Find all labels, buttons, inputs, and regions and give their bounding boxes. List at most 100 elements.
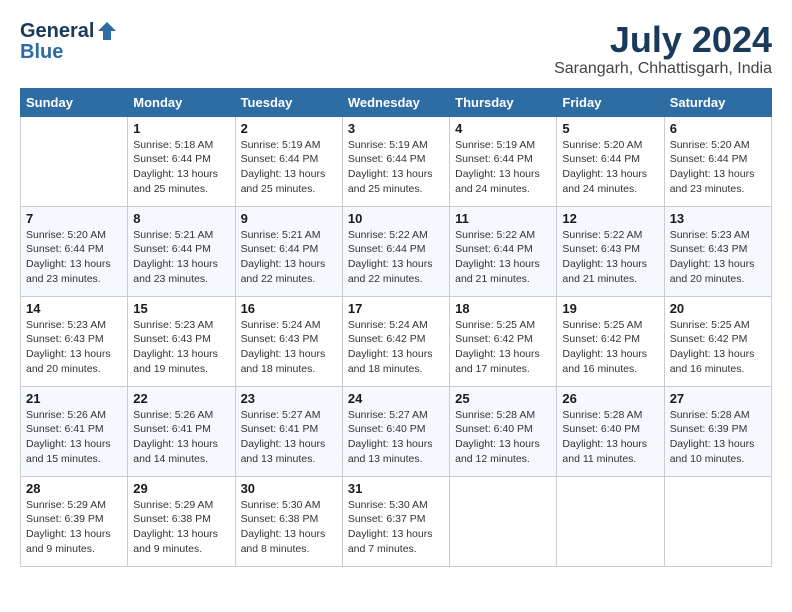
calendar-cell: 18 Sunrise: 5:25 AM Sunset: 6:42 PM Dayli…: [450, 296, 557, 386]
week-row-3: 14 Sunrise: 5:23 AM Sunset: 6:43 PM Dayli…: [21, 296, 772, 386]
day-info: Sunrise: 5:24 AM Sunset: 6:43 PM Dayligh…: [241, 318, 337, 377]
calendar-cell: [450, 476, 557, 566]
day-info: Sunrise: 5:30 AM Sunset: 6:37 PM Dayligh…: [348, 498, 444, 557]
day-number: 20: [670, 301, 766, 316]
header-cell-sunday: Sunday: [21, 88, 128, 116]
day-info: Sunrise: 5:20 AM Sunset: 6:44 PM Dayligh…: [26, 228, 122, 287]
day-info: Sunrise: 5:23 AM Sunset: 6:43 PM Dayligh…: [133, 318, 229, 377]
day-number: 7: [26, 211, 122, 226]
day-number: 12: [562, 211, 658, 226]
calendar-cell: 23 Sunrise: 5:27 AM Sunset: 6:41 PM Dayli…: [235, 386, 342, 476]
day-number: 6: [670, 121, 766, 136]
calendar-cell: [557, 476, 664, 566]
header-cell-tuesday: Tuesday: [235, 88, 342, 116]
calendar-cell: 25Sunrise: 5:28 AM Sunset: 6:40 PM Dayli…: [450, 386, 557, 476]
calendar-cell: 26 Sunrise: 5:28 AM Sunset: 6:40 PM Dayli…: [557, 386, 664, 476]
day-number: 10: [348, 211, 444, 226]
day-number: 29: [133, 481, 229, 496]
day-info: Sunrise: 5:20 AM Sunset: 6:44 PM Dayligh…: [670, 138, 766, 197]
day-number: 15: [133, 301, 229, 316]
header-cell-friday: Friday: [557, 88, 664, 116]
day-info: Sunrise: 5:19 AM Sunset: 6:44 PM Dayligh…: [455, 138, 551, 197]
day-info: Sunrise: 5:24 AM Sunset: 6:42 PM Dayligh…: [348, 318, 444, 377]
calendar-cell: [664, 476, 771, 566]
day-info: Sunrise: 5:21 AM Sunset: 6:44 PM Dayligh…: [133, 228, 229, 287]
header-cell-thursday: Thursday: [450, 88, 557, 116]
calendar-cell: 2 Sunrise: 5:19 AM Sunset: 6:44 PM Daylig…: [235, 116, 342, 206]
day-number: 18: [455, 301, 551, 316]
day-info: Sunrise: 5:23 AM Sunset: 6:43 PM Dayligh…: [670, 228, 766, 287]
calendar-cell: 21 Sunrise: 5:26 AM Sunset: 6:41 PM Dayli…: [21, 386, 128, 476]
day-number: 17: [348, 301, 444, 316]
day-info: Sunrise: 5:21 AM Sunset: 6:44 PM Dayligh…: [241, 228, 337, 287]
day-info: Sunrise: 5:18 AM Sunset: 6:44 PM Dayligh…: [133, 138, 229, 197]
day-number: 31: [348, 481, 444, 496]
day-info: Sunrise: 5:22 AM Sunset: 6:43 PM Dayligh…: [562, 228, 658, 287]
calendar-cell: 12 Sunrise: 5:22 AM Sunset: 6:43 PM Dayli…: [557, 206, 664, 296]
day-info: Sunrise: 5:22 AM Sunset: 6:44 PM Dayligh…: [348, 228, 444, 287]
day-number: 2: [241, 121, 337, 136]
day-number: 24: [348, 391, 444, 406]
day-number: 19: [562, 301, 658, 316]
day-info: Sunrise: 5:28 AM Sunset: 6:39 PM Dayligh…: [670, 408, 766, 467]
day-info: Sunrise: 5:25 AM Sunset: 6:42 PM Dayligh…: [670, 318, 766, 377]
day-number: 23: [241, 391, 337, 406]
day-number: 3: [348, 121, 444, 136]
week-row-4: 21 Sunrise: 5:26 AM Sunset: 6:41 PM Dayli…: [21, 386, 772, 476]
calendar-cell: 13 Sunrise: 5:23 AM Sunset: 6:43 PM Dayli…: [664, 206, 771, 296]
day-info: Sunrise: 5:25 AM Sunset: 6:42 PM Dayligh…: [455, 318, 551, 377]
day-number: 16: [241, 301, 337, 316]
calendar-cell: 4 Sunrise: 5:19 AM Sunset: 6:44 PM Daylig…: [450, 116, 557, 206]
day-number: 21: [26, 391, 122, 406]
day-info: Sunrise: 5:28 AM Sunset: 6:40 PM Dayligh…: [562, 408, 658, 467]
day-info: Sunrise: 5:27 AM Sunset: 6:40 PM Dayligh…: [348, 408, 444, 467]
month-title: July 2024: [554, 20, 772, 60]
calendar-cell: 5Sunrise: 5:20 AM Sunset: 6:44 PM Daylig…: [557, 116, 664, 206]
day-number: 11: [455, 211, 551, 226]
logo-blue-text: Blue: [20, 42, 63, 62]
day-info: Sunrise: 5:26 AM Sunset: 6:41 PM Dayligh…: [26, 408, 122, 467]
calendar-cell: 24 Sunrise: 5:27 AM Sunset: 6:40 PM Dayli…: [342, 386, 449, 476]
title-block: July 2024 Sarangarh, Chhattisgarh, India: [554, 20, 772, 78]
day-number: 26: [562, 391, 658, 406]
location-title: Sarangarh, Chhattisgarh, India: [554, 60, 772, 78]
calendar-cell: 14 Sunrise: 5:23 AM Sunset: 6:43 PM Dayli…: [21, 296, 128, 386]
calendar-table: SundayMondayTuesdayWednesdayThursdayFrid…: [20, 88, 772, 567]
day-info: Sunrise: 5:30 AM Sunset: 6:38 PM Dayligh…: [241, 498, 337, 557]
calendar-cell: 20 Sunrise: 5:25 AM Sunset: 6:42 PM Dayli…: [664, 296, 771, 386]
day-info: Sunrise: 5:28 AM Sunset: 6:40 PM Dayligh…: [455, 408, 551, 467]
calendar-cell: 11 Sunrise: 5:22 AM Sunset: 6:44 PM Dayli…: [450, 206, 557, 296]
day-number: 8: [133, 211, 229, 226]
day-info: Sunrise: 5:23 AM Sunset: 6:43 PM Dayligh…: [26, 318, 122, 377]
day-info: Sunrise: 5:19 AM Sunset: 6:44 PM Dayligh…: [241, 138, 337, 197]
day-info: Sunrise: 5:26 AM Sunset: 6:41 PM Dayligh…: [133, 408, 229, 467]
header-cell-wednesday: Wednesday: [342, 88, 449, 116]
day-number: 28: [26, 481, 122, 496]
day-info: Sunrise: 5:27 AM Sunset: 6:41 PM Dayligh…: [241, 408, 337, 467]
day-number: 13: [670, 211, 766, 226]
day-number: 14: [26, 301, 122, 316]
header-cell-saturday: Saturday: [664, 88, 771, 116]
week-row-2: 7 Sunrise: 5:20 AM Sunset: 6:44 PM Daylig…: [21, 206, 772, 296]
day-info: Sunrise: 5:19 AM Sunset: 6:44 PM Dayligh…: [348, 138, 444, 197]
calendar-cell: 7 Sunrise: 5:20 AM Sunset: 6:44 PM Daylig…: [21, 206, 128, 296]
day-info: Sunrise: 5:29 AM Sunset: 6:38 PM Dayligh…: [133, 498, 229, 557]
header-row: SundayMondayTuesdayWednesdayThursdayFrid…: [21, 88, 772, 116]
calendar-cell: 28Sunrise: 5:29 AM Sunset: 6:39 PM Dayli…: [21, 476, 128, 566]
day-number: 4: [455, 121, 551, 136]
calendar-cell: 19Sunrise: 5:25 AM Sunset: 6:42 PM Dayli…: [557, 296, 664, 386]
calendar-cell: 15 Sunrise: 5:23 AM Sunset: 6:43 PM Dayli…: [128, 296, 235, 386]
calendar-cell: [21, 116, 128, 206]
calendar-cell: 6 Sunrise: 5:20 AM Sunset: 6:44 PM Daylig…: [664, 116, 771, 206]
calendar-cell: 29 Sunrise: 5:29 AM Sunset: 6:38 PM Dayli…: [128, 476, 235, 566]
calendar-cell: 31 Sunrise: 5:30 AM Sunset: 6:37 PM Dayli…: [342, 476, 449, 566]
header-cell-monday: Monday: [128, 88, 235, 116]
day-info: Sunrise: 5:22 AM Sunset: 6:44 PM Dayligh…: [455, 228, 551, 287]
calendar-cell: 22Sunrise: 5:26 AM Sunset: 6:41 PM Dayli…: [128, 386, 235, 476]
logo: General Blue: [20, 20, 118, 62]
day-number: 27: [670, 391, 766, 406]
calendar-cell: 8 Sunrise: 5:21 AM Sunset: 6:44 PM Daylig…: [128, 206, 235, 296]
calendar-cell: 27 Sunrise: 5:28 AM Sunset: 6:39 PM Dayli…: [664, 386, 771, 476]
day-number: 1: [133, 121, 229, 136]
calendar-cell: 30Sunrise: 5:30 AM Sunset: 6:38 PM Dayli…: [235, 476, 342, 566]
